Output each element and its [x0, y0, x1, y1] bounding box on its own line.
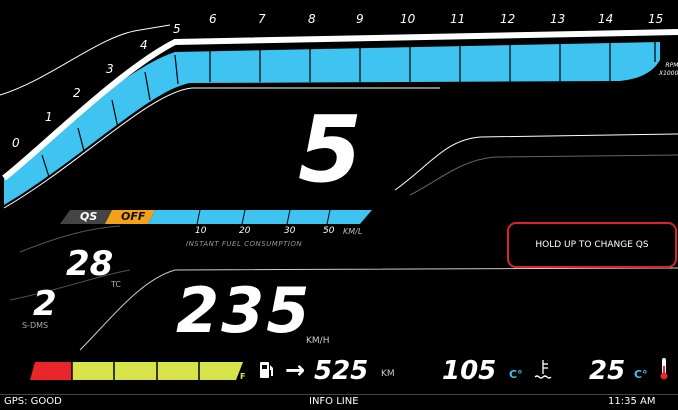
clock: 11:35 AM	[608, 396, 656, 407]
rpm-unit-label: RPM X1000	[659, 62, 678, 78]
air-temp-unit: C°	[634, 368, 648, 381]
qs-state[interactable]: OFF	[121, 210, 145, 223]
right-lower-curve	[409, 154, 678, 196]
rpm-tick-12: 12	[500, 12, 516, 26]
fuel-tick-20: 20	[239, 226, 251, 236]
speed-curve	[79, 267, 678, 351]
sdms-label: S-DMS	[22, 321, 49, 330]
speed-value: 235	[176, 274, 312, 347]
rpm-tick-7: 7	[258, 12, 266, 26]
range-value: 525	[314, 356, 369, 386]
range-arrow-icon: →	[285, 356, 306, 384]
sdms-value: 2	[33, 284, 57, 324]
fuel-consumption-bar	[148, 210, 372, 224]
fuel-consumption-unit: KM/L	[343, 227, 363, 236]
rpm-gauge-graphic	[0, 24, 678, 380]
range-unit: KM	[381, 369, 395, 379]
gps-status: GPS: GOOD	[4, 396, 62, 407]
engine-temp-unit: C°	[509, 368, 523, 381]
qs-label: QS	[80, 210, 98, 223]
right-upper-curve	[394, 133, 678, 191]
engine-temp-value: 105	[442, 356, 497, 386]
fuel-full-label: F	[240, 372, 246, 381]
air-temp-value: 25	[589, 356, 626, 386]
qs-hint-button[interactable]: HOLD UP TO CHANGE QS	[507, 222, 677, 268]
info-line[interactable]: INFO LINE	[309, 396, 359, 407]
rpm-tick-6: 6	[209, 12, 217, 26]
rpm-tick-11: 11	[450, 12, 466, 26]
traction-control-label: TC	[111, 280, 122, 289]
rpm-tick-5: 5	[173, 22, 181, 36]
rpm-tick-1: 1	[45, 110, 53, 124]
fuel-tick-30: 30	[284, 226, 296, 236]
rpm-tick-10: 10	[400, 12, 416, 26]
dashboard: 0 1 2 3 4 5 6 7 8 9 10 11 12 13 14 15 RP…	[0, 0, 678, 410]
rpm-tick-0: 0	[12, 136, 20, 150]
rpm-tick-2: 2	[73, 86, 81, 100]
rpm-tick-3: 3	[106, 62, 114, 76]
fuel-empty-label: E	[33, 364, 38, 372]
fuel-pump-icon	[260, 362, 273, 378]
speed-unit: KM/H	[306, 336, 330, 346]
rpm-tick-8: 8	[308, 12, 316, 26]
fuel-tick-50: 50	[323, 226, 335, 236]
gear-indicator: 5	[298, 96, 362, 203]
rpm-tick-9: 9	[356, 12, 364, 26]
fuel-consumption-title: INSTANT FUEL CONSUMPTION	[186, 240, 303, 248]
fuel-tick-10: 10	[195, 226, 207, 236]
rpm-tick-14: 14	[598, 12, 614, 26]
rpm-tick-13: 13	[550, 12, 566, 26]
thermometer-icon	[660, 358, 668, 380]
rpm-tick-15: 15	[648, 12, 664, 26]
rpm-unit-line2: X1000	[659, 70, 678, 77]
rpm-unit-line1: RPM	[665, 62, 678, 69]
coolant-temp-icon	[534, 360, 552, 379]
rpm-tick-4: 4	[140, 38, 148, 52]
traction-control-value: 28	[66, 244, 114, 284]
